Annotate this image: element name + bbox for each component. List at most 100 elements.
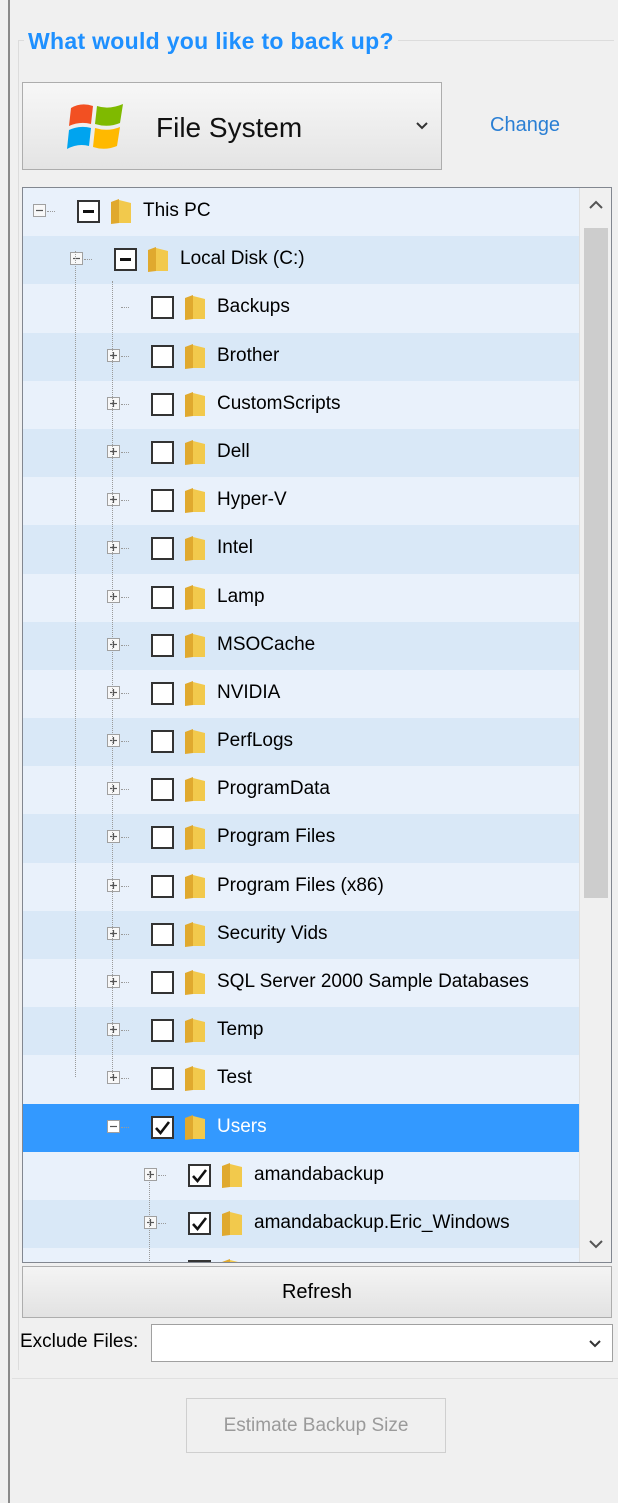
checkbox-unchecked[interactable] [151,392,174,416]
chevron-down-icon [589,1340,601,1348]
expand-plus-icon[interactable] [144,1215,157,1229]
expand-plus-icon[interactable] [107,685,120,699]
checkbox-unchecked[interactable] [151,922,174,946]
checkbox-unchecked[interactable] [151,730,174,754]
folder-icon [185,439,205,465]
checkbox-unchecked[interactable] [151,344,174,368]
tree-row[interactable]: Program Files [23,814,580,863]
folder-icon [185,295,205,321]
tree-guide-line [149,1171,150,1262]
expand-plus-icon[interactable] [107,589,120,603]
tree-row[interactable]: Temp [23,1007,580,1056]
checkbox-unchecked[interactable] [151,826,174,850]
tree-row[interactable]: Dell [23,428,580,478]
checkbox-unchecked[interactable] [151,296,174,320]
tree-row[interactable]: Hyper-V [23,477,580,526]
tree-connector [121,1126,129,1128]
expand-plus-icon[interactable] [107,926,120,940]
change-link[interactable]: Change [490,114,560,137]
checkbox-partial[interactable] [114,248,137,272]
tree-row[interactable]: Local Disk (C:) [23,236,580,285]
folder-icon [185,680,205,706]
checkbox-unchecked[interactable] [151,1067,174,1091]
tree-row[interactable]: NVIDIA [23,669,580,719]
tree-connector [121,548,129,550]
checkbox-unchecked[interactable] [151,489,174,513]
checkbox-unchecked[interactable] [151,681,174,705]
expand-plus-icon[interactable] [107,782,120,796]
expand-plus-icon[interactable] [107,637,120,651]
tree-row[interactable]: Brother [23,332,580,381]
groupbox-left-border [18,40,19,1370]
tree-row[interactable]: amandabackup [23,1151,580,1200]
tree-row[interactable]: MSOCache [23,621,580,670]
checkbox-unchecked[interactable] [151,778,174,802]
checkbox-unchecked[interactable] [151,874,174,898]
folder-icon [185,873,205,899]
expand-plus-icon[interactable] [107,348,120,362]
scroll-thumb[interactable] [584,228,608,898]
dropdown-selected-value: File System [156,112,303,143]
expand-plus-icon[interactable] [107,1071,120,1085]
expand-plus-icon[interactable] [107,830,120,844]
exclude-files-combobox[interactable] [151,1324,613,1362]
tree-rows: This PC Local Disk (C:) Backups Brother Cust… [23,188,580,1263]
scroll-down-icon[interactable] [580,1226,612,1262]
expand-plus-icon[interactable] [107,444,120,458]
checkbox-checked[interactable] [188,1211,211,1235]
folder-icon [222,1210,242,1236]
checkbox-unchecked[interactable] [151,1019,174,1043]
folder-tree[interactable]: This PC Local Disk (C:) Backups Brother Cust… [22,187,612,1263]
folder-icon [185,921,205,947]
expand-plus-icon[interactable] [107,1023,120,1037]
checkbox-checked[interactable] [188,1260,211,1263]
tree-row[interactable]: Security Vids [23,910,580,959]
window-left-edge [8,0,10,1503]
refresh-button[interactable]: Refresh [22,1266,612,1318]
tree-row[interactable]: amandabackup.Eric_Windows [23,1199,580,1249]
collapse-minus-icon[interactable] [107,1119,120,1133]
checkbox-partial[interactable] [77,200,100,223]
tree-row[interactable]: ProgramData [23,766,580,815]
tree-connector [121,500,129,502]
checkbox-unchecked[interactable] [151,633,174,657]
expand-plus-icon[interactable] [107,975,120,988]
tree-row[interactable]: Test [23,1055,580,1104]
expand-plus-icon[interactable] [107,541,120,555]
expand-plus-icon[interactable] [107,493,120,507]
expand-plus-icon[interactable] [107,396,120,410]
tree-connector [121,741,129,743]
folder-icon [222,1162,242,1188]
checkbox-unchecked[interactable] [151,440,174,464]
collapse-minus-icon[interactable] [70,252,83,266]
tree-row[interactable]: SQL Server 2000 Sample Databases [23,959,580,1008]
tree-row-label: Brother [217,344,280,366]
collapse-minus-icon[interactable] [33,204,46,217]
tree-scrollbar[interactable] [579,188,611,1262]
checkbox-unchecked[interactable] [151,585,174,609]
tree-row[interactable] [23,1248,580,1263]
expand-plus-icon[interactable] [107,734,120,748]
tree-row[interactable]: Intel [23,525,580,574]
folder-icon [185,729,205,755]
checkbox-unchecked[interactable] [151,971,174,994]
tree-guide-line [112,281,113,1077]
estimate-backup-size-button[interactable]: Estimate Backup Size [186,1398,446,1453]
checkbox-checked[interactable] [188,1163,211,1187]
tree-row-label: Backups [217,296,290,318]
backup-source-dropdown[interactable]: File System [22,82,442,170]
tree-row[interactable]: CustomScripts [23,380,580,429]
tree-row[interactable]: Lamp [23,573,580,622]
checkbox-checked[interactable] [151,1115,174,1139]
expand-plus-icon[interactable] [107,878,120,892]
scroll-up-icon[interactable] [580,188,612,224]
tree-row-label: Hyper-V [217,489,287,511]
tree-row[interactable]: PerfLogs [23,718,580,767]
tree-row[interactable]: Users [23,1103,580,1152]
tree-row[interactable]: This PC [23,188,580,237]
folder-icon [185,1066,205,1092]
expand-plus-icon[interactable] [144,1167,157,1181]
checkbox-unchecked[interactable] [151,537,174,561]
tree-row[interactable]: Backups [23,284,580,333]
tree-row[interactable]: Program Files (x86) [23,862,580,911]
